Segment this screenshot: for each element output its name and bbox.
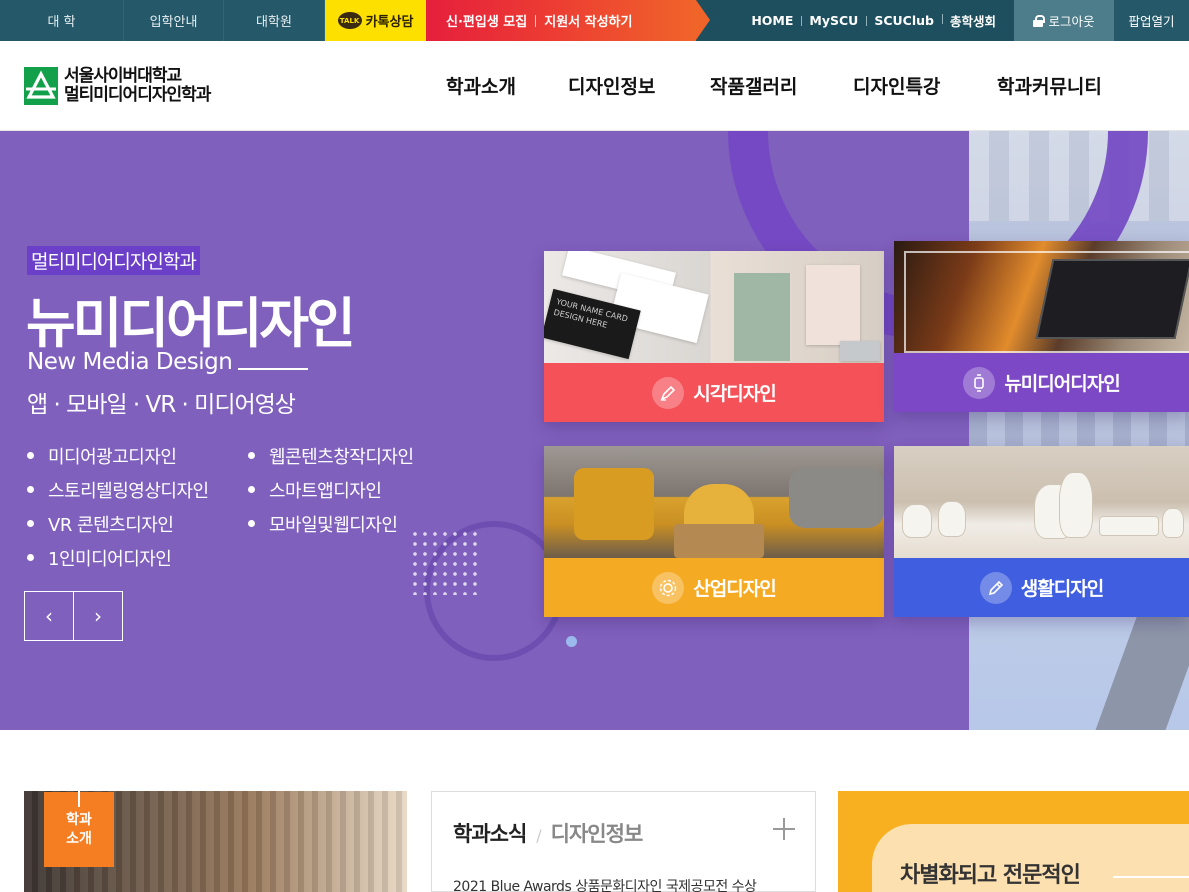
tab-university[interactable]: 대 학 <box>0 0 124 41</box>
list-item: 웹콘텐츠창작디자인 <box>248 444 458 468</box>
hero-title: 뉴미디어디자인 <box>26 292 356 355</box>
list-item: 미디어광고디자인 <box>27 444 248 468</box>
list-item: 스토리텔링영상디자인 <box>27 478 248 502</box>
logo-department-name: 멀티미디어디자인학과 <box>64 85 211 105</box>
site-header: 서울사이버대학교 멀티미디어디자인학과 학과소개 디자인정보 작품갤러리 디자인… <box>0 41 1189 131</box>
tab-admission-label: 입학안내 <box>149 15 198 30</box>
hero-course-list: 미디어광고디자인 웹콘텐츠창작디자인 스토리텔링영상디자인 스마트앱디자인 VR… <box>27 444 467 570</box>
news-item-link[interactable]: 2021 Blue Awards 상품문화디자인 국제공모전 수상 <box>453 876 757 892</box>
slider-prev-button[interactable]: ‹ <box>24 591 74 641</box>
top-utility-bar: 대 학 입학안내 대학원 TALK 카톡상담 신·편입생 모집 지원서 작성하기… <box>0 0 1189 41</box>
plus-icon[interactable] <box>773 818 795 840</box>
nav-item-gallery[interactable]: 작품갤러리 <box>710 72 853 99</box>
industrial-design-label: 산업디자인 <box>693 578 776 600</box>
intro-badge-accent-line <box>78 791 80 807</box>
logo-university-name: 서울사이버대학교 <box>64 66 182 86</box>
industrial-design-label-bar: 산업디자인 <box>544 558 884 617</box>
tab-separator: / <box>536 826 541 845</box>
tab-department-news[interactable]: 학과소식 <box>453 818 527 848</box>
hero-slider: 멀티미디어디자인학과 뉴미디어디자인 New Media Design 앱 · … <box>0 131 1189 730</box>
tab-graduate[interactable]: 대학원 <box>224 0 325 41</box>
nav-item-department-intro[interactable]: 학과소개 <box>446 72 568 99</box>
list-item: 1인미디어디자인 <box>27 546 248 570</box>
home-link[interactable]: HOME <box>743 13 801 28</box>
new-media-design-label: 뉴미디어디자인 <box>1004 373 1120 395</box>
tab-design-info[interactable]: 디자인정보 <box>551 818 644 848</box>
promo-apply-link[interactable]: 지원서 작성하기 <box>544 11 632 30</box>
slider-controls: ‹ › <box>24 591 123 641</box>
scuclub-link[interactable]: SCUClub <box>866 13 942 28</box>
logout-label: 로그아웃 <box>1048 14 1095 29</box>
chevron-left-icon: ‹ <box>45 604 53 628</box>
kakao-consult-button[interactable]: TALK 카톡상담 <box>325 0 426 41</box>
promo-divider <box>535 14 537 27</box>
slider-next-button[interactable]: › <box>73 591 123 641</box>
list-item: 스마트앱디자인 <box>248 478 458 502</box>
new-media-design-image <box>894 241 1189 353</box>
gear-icon <box>652 571 685 604</box>
hero-department-tag: 멀티미디어디자인학과 <box>27 246 200 275</box>
tab-admission[interactable]: 입학안내 <box>124 0 224 41</box>
tab-graduate-label: 대학원 <box>256 15 292 30</box>
nav-item-design-lecture[interactable]: 디자인특강 <box>853 72 997 99</box>
new-media-design-label-bar: 뉴미디어디자인 <box>894 353 1189 412</box>
scu-logo-icon <box>24 67 58 105</box>
kakao-consult-label: 카톡상담 <box>365 15 414 30</box>
news-tabs: 학과소식 / 디자인정보 <box>453 818 644 848</box>
nav-item-design-info[interactable]: 디자인정보 <box>568 72 710 99</box>
promo-recruit-link[interactable]: 신·편입생 모집 <box>446 11 527 30</box>
living-design-label: 생활디자인 <box>1020 578 1104 600</box>
pencil-icon <box>979 571 1012 604</box>
kakao-talk-icon: TALK <box>337 12 362 29</box>
intro-badge-line2: 소개 <box>66 830 92 847</box>
smartwatch-icon <box>963 366 996 399</box>
living-design-card[interactable]: 생활디자인 <box>894 446 1189 617</box>
tab-university-label: 대 학 <box>47 15 76 30</box>
visual-design-card[interactable]: YOUR NAME CARD DESIGN HERE 시각디자인 <box>544 251 884 422</box>
student-council-link[interactable]: 총학생회 <box>941 11 1004 30</box>
logout-button[interactable]: 로그아웃 <box>1014 0 1114 41</box>
visual-design-label: 시각디자인 <box>693 383 776 405</box>
pen-icon <box>652 376 685 409</box>
visual-design-image: YOUR NAME CARD DESIGN HERE <box>544 251 884 363</box>
living-design-label-bar: 생활디자인 <box>894 558 1189 617</box>
popup-open-label: 팝업열기 <box>1128 14 1175 29</box>
slider-pager-dot[interactable] <box>566 636 577 647</box>
nav-item-community[interactable]: 학과커뮤니티 <box>997 72 1102 99</box>
feature-accent-line <box>1113 876 1189 878</box>
hero-underline <box>238 368 309 370</box>
industrial-design-card[interactable]: 산업디자인 <box>544 446 884 617</box>
chevron-right-icon: › <box>94 604 102 628</box>
utility-links: HOME MySCU SCUClub 총학생회 <box>743 0 1014 41</box>
feature-title: 차별화되고 전문적인 <box>900 863 1081 888</box>
department-logo[interactable]: 서울사이버대학교 멀티미디어디자인학과 <box>24 66 211 105</box>
unlock-icon <box>1033 14 1046 27</box>
feature-panel: 차별화되고 전문적인 <box>838 791 1189 892</box>
hero-subtitle-en-text: New Media Design <box>27 349 233 375</box>
popup-open-button[interactable]: 팝업열기 <box>1114 0 1189 41</box>
myscu-link[interactable]: MySCU <box>801 13 866 28</box>
main-navigation: 학과소개 디자인정보 작품갤러리 디자인특강 학과커뮤니티 <box>446 72 1102 99</box>
visual-design-label-bar: 시각디자인 <box>544 363 884 422</box>
hero-subtitle-kr: 앱 · 모바일 · VR · 미디어영상 <box>27 392 296 418</box>
intro-badge-line1: 학과 <box>66 811 92 828</box>
admission-promo-banner[interactable]: 신·편입생 모집 지원서 작성하기 <box>426 0 710 41</box>
hero-subtitle-en: New Media Design <box>27 349 309 375</box>
new-media-design-card[interactable]: 뉴미디어디자인 <box>894 241 1189 412</box>
list-item: VR 콘텐츠디자인 <box>27 512 248 536</box>
news-panel: 학과소식 / 디자인정보 2021 Blue Awards 상품문화디자인 국제… <box>431 791 816 892</box>
living-design-image <box>894 446 1189 558</box>
industrial-design-image <box>544 446 884 558</box>
list-item: 모바일및웹디자인 <box>248 512 458 536</box>
